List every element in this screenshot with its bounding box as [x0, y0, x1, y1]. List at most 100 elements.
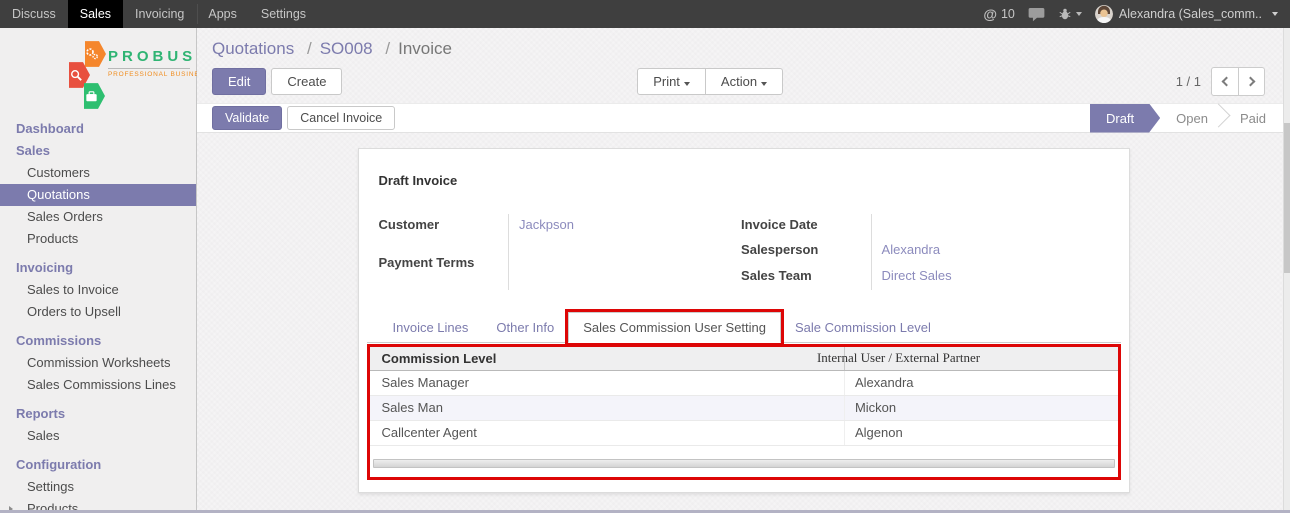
- table-empty-space: [370, 446, 1118, 459]
- sidebar-item[interactable]: Orders to Upsell: [0, 301, 196, 323]
- vertical-scrollbar[interactable]: [1283, 28, 1290, 513]
- column-header-internal-user[interactable]: Internal User / External Partner: [844, 347, 1117, 370]
- breadcrumb-item[interactable]: SO008: [299, 39, 373, 58]
- topbar-menu-item[interactable]: Settings: [249, 0, 318, 28]
- sidebar-item[interactable]: Customers: [0, 162, 196, 184]
- notebook-tab[interactable]: Sales Commission User Setting: [568, 312, 781, 343]
- sidebar-item[interactable]: Dashboard: [0, 118, 196, 140]
- field-row: Invoice Date: [741, 214, 1108, 239]
- column-header-commission-level[interactable]: Commission Level: [370, 347, 845, 370]
- field-value[interactable]: Direct Sales: [871, 265, 1108, 290]
- form-statusbar: Validate Cancel Invoice Draft Open Paid: [197, 103, 1290, 133]
- logo-subtitle: PROFESSIONAL BUSINESS: [108, 68, 190, 78]
- topbar-menu-item[interactable]: Sales: [68, 0, 123, 28]
- field-value[interactable]: Alexandra: [871, 239, 1108, 264]
- field-value[interactable]: [509, 252, 732, 290]
- avatar: [1095, 5, 1113, 23]
- status-steps: Draft Open Paid: [1090, 104, 1282, 133]
- field-group-left: Customer Jackpson Payment Terms: [379, 214, 732, 290]
- chevron-down-icon: [684, 82, 690, 86]
- chat-bubble-icon: [1028, 7, 1045, 22]
- field-label: Payment Terms: [379, 252, 509, 290]
- sidebar-item[interactable]: Commission Worksheets: [0, 352, 196, 374]
- sidebar-item[interactable]: Sales: [0, 425, 196, 447]
- cancel-invoice-button[interactable]: Cancel Invoice: [287, 106, 395, 130]
- logo-title: PROBUSE: [108, 48, 210, 65]
- notebook-tab[interactable]: Other Info: [482, 313, 568, 342]
- action-dropdown-button[interactable]: Action: [705, 68, 783, 95]
- internal-user-cell: Algenon: [844, 420, 1117, 445]
- sidebar-item[interactable]: Quotations: [0, 184, 196, 206]
- breadcrumb-item[interactable]: Invoice: [377, 39, 452, 58]
- sidebar-item[interactable]: Sales Orders: [0, 206, 196, 228]
- horizontal-scrollbar[interactable]: [373, 459, 1115, 468]
- pager-next-button[interactable]: [1238, 68, 1264, 95]
- commission-table: Commission Level Internal User / Externa…: [370, 347, 1118, 446]
- field-value[interactable]: Jackpson: [509, 214, 732, 252]
- field-row: Customer Jackpson: [379, 214, 732, 252]
- pager-previous-button[interactable]: [1212, 68, 1238, 95]
- field-row: Sales Team Direct Sales: [741, 265, 1108, 290]
- validate-button[interactable]: Validate: [212, 106, 282, 130]
- sheet-title: Draft Invoice: [379, 173, 1121, 188]
- chevron-left-icon: [1221, 77, 1231, 87]
- breadcrumb-item[interactable]: Quotations: [212, 39, 294, 58]
- commission-level-cell: Sales Manager: [370, 370, 845, 395]
- sidebar-item[interactable]: Sales to Invoice: [0, 279, 196, 301]
- debug-menu-button[interactable]: [1058, 7, 1082, 21]
- content-area: Quotations SO008 Invoice Edit Create Pri…: [197, 28, 1290, 513]
- commission-level-cell: Sales Man: [370, 395, 845, 420]
- field-label: Customer: [379, 214, 509, 252]
- field-row: Salesperson Alexandra: [741, 239, 1108, 264]
- pager-count: 1 / 1: [1176, 74, 1201, 89]
- commission-level-cell: Callcenter Agent: [370, 420, 845, 445]
- field-group-right: Invoice Date Salesperson Alexandra Sales…: [741, 214, 1108, 290]
- create-button[interactable]: Create: [271, 68, 342, 95]
- topbar-divider: [197, 4, 198, 24]
- table-row[interactable]: Sales Manager Alexandra: [370, 370, 1118, 395]
- sidebar-nav: Dashboard Sales Customers Quotations Sal…: [0, 118, 196, 513]
- notebook-tab[interactable]: Sale Commission Level: [781, 313, 945, 342]
- topbar-menu-item[interactable]: Discuss: [0, 0, 68, 28]
- messages-button[interactable]: [1028, 7, 1045, 22]
- mentions-count: 10: [1001, 7, 1015, 21]
- table-header-row: Commission Level Internal User / Externa…: [370, 347, 1118, 370]
- chevron-down-icon: [1076, 12, 1082, 16]
- internal-user-cell: Alexandra: [844, 370, 1117, 395]
- invoice-sheet: Draft Invoice Customer Jackpson Payment …: [358, 148, 1130, 493]
- topbar-menu-item[interactable]: Invoicing: [123, 0, 196, 28]
- status-step[interactable]: Draft: [1090, 104, 1160, 133]
- field-value[interactable]: [871, 214, 1108, 239]
- notebook: Invoice Lines Other Info Sales Commissio…: [367, 312, 1121, 480]
- print-dropdown-button[interactable]: Print: [637, 68, 706, 95]
- status-step[interactable]: Paid: [1224, 104, 1282, 133]
- sidebar-item[interactable]: Invoicing: [0, 257, 196, 279]
- chevron-down-icon: [1272, 12, 1278, 16]
- field-label: Invoice Date: [741, 214, 871, 239]
- sidebar-item[interactable]: Commissions: [0, 330, 196, 352]
- table-row[interactable]: Sales Man Mickon: [370, 395, 1118, 420]
- app-logo[interactable]: PROBUSE PROFESSIONAL BUSINESS: [0, 28, 196, 118]
- notebook-tab[interactable]: Invoice Lines: [379, 313, 483, 342]
- vertical-scrollbar-thumb[interactable]: [1284, 123, 1290, 273]
- user-menu[interactable]: Alexandra (Sales_comm..: [1095, 5, 1278, 23]
- sidebar-item[interactable]: Products: [0, 228, 196, 250]
- mentions-counter[interactable]: @ 10: [983, 6, 1015, 22]
- sidebar-item[interactable]: Sales: [0, 140, 196, 162]
- pager: [1211, 67, 1265, 96]
- tab-bar: Invoice Lines Other Info Sales Commissio…: [367, 312, 1121, 343]
- breadcrumb: Quotations SO008 Invoice: [212, 39, 1275, 59]
- form-body: Draft Invoice Customer Jackpson Payment …: [197, 148, 1290, 513]
- field-label: Salesperson: [741, 239, 871, 264]
- field-label: Sales Team: [741, 265, 871, 290]
- sidebar-item[interactable]: Configuration: [0, 454, 196, 476]
- table-row[interactable]: Callcenter Agent Algenon: [370, 420, 1118, 445]
- internal-user-cell: Mickon: [844, 395, 1117, 420]
- sidebar-item[interactable]: Sales Commissions Lines: [0, 374, 196, 396]
- user-name-label: Alexandra (Sales_comm..: [1119, 7, 1262, 21]
- sidebar-item[interactable]: Settings: [0, 476, 196, 498]
- edit-button[interactable]: Edit: [212, 68, 266, 95]
- sidebar-item[interactable]: Reports: [0, 403, 196, 425]
- field-row: Payment Terms: [379, 252, 732, 290]
- topbar-menu-item[interactable]: Apps: [196, 0, 249, 28]
